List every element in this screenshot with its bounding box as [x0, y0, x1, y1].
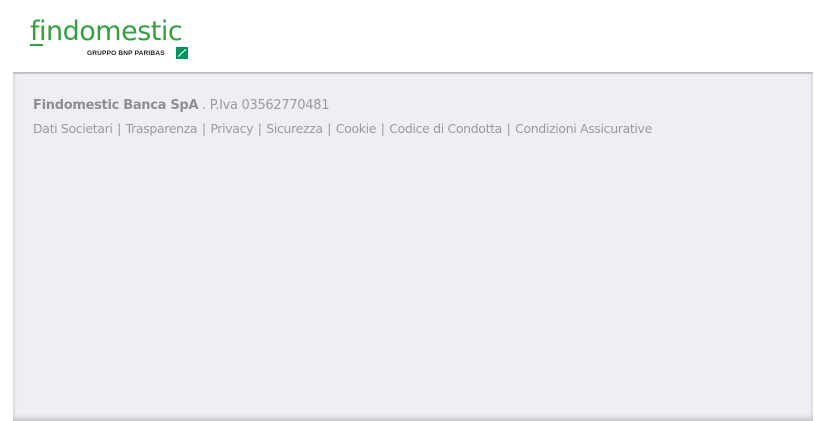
link-separator: |: [117, 121, 122, 136]
link-privacy[interactable]: Privacy: [210, 121, 253, 136]
link-dati-societari[interactable]: Dati Societari: [33, 121, 113, 136]
link-separator: |: [506, 121, 511, 136]
link-trasparenza[interactable]: Trasparenza: [126, 121, 198, 136]
company-info: Findomestic Banca SpA . P.Iva 0356277048…: [33, 97, 330, 115]
link-condizioni-assicurative[interactable]: Condizioni Assicurative: [515, 121, 652, 136]
link-sicurezza[interactable]: Sicurezza: [266, 121, 323, 136]
link-separator: |: [201, 121, 206, 136]
link-separator: |: [257, 121, 262, 136]
link-separator: |: [380, 121, 385, 136]
link-codice-di-condotta[interactable]: Codice di Condotta: [389, 121, 502, 136]
page-footer: Findomestic Banca SpA . P.Iva 0356277048…: [13, 74, 813, 421]
company-name: Findomestic Banca SpA: [33, 98, 199, 113]
logo-wordmark: findomestic: [30, 16, 183, 47]
vat-number: P.Iva 03562770481: [209, 98, 330, 113]
bnp-paribas-stars-icon: [176, 47, 188, 59]
link-separator: |: [327, 121, 332, 136]
findomestic-logo[interactable]: findomestic GRUPPO BNP PARIBAS: [30, 16, 200, 62]
vat-separator: .: [202, 98, 206, 113]
logo-tagline: GRUPPO BNP PARIBAS: [87, 50, 165, 57]
link-cookie[interactable]: Cookie: [336, 121, 377, 136]
page-header: findomestic GRUPPO BNP PARIBAS: [0, 0, 815, 74]
logo-underline: [30, 44, 43, 46]
footer-links: Dati Societari | Trasparenza | Privacy |…: [33, 120, 652, 138]
